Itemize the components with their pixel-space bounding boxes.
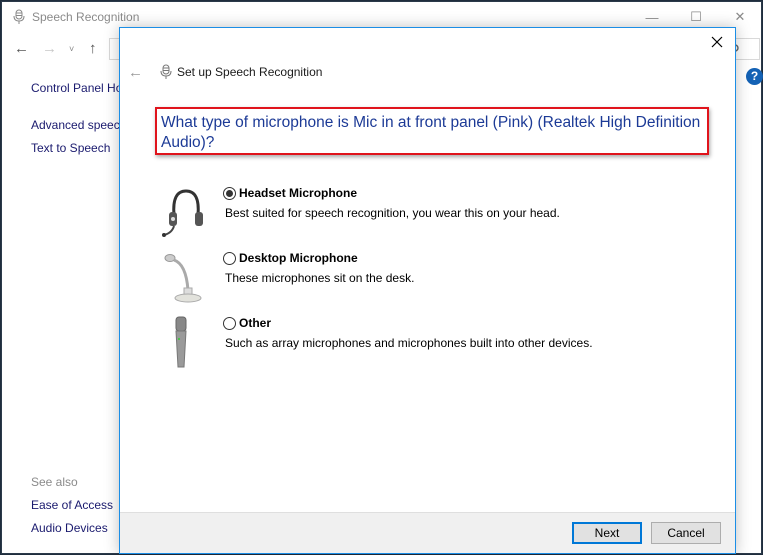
speech-setup-dialog: ← Set up Speech Recognition What type of… [119, 27, 736, 554]
sidebar-link-audio-devices[interactable]: Audio Devices [31, 521, 108, 535]
see-also-heading: See also [31, 475, 78, 489]
question-highlight-box: What type of microphone is Mic in at fro… [155, 107, 709, 155]
close-icon[interactable] [709, 34, 725, 50]
sidebar-link-text-to-speech[interactable]: Text to Speech [31, 141, 110, 155]
desktop-microphone-icon [164, 254, 202, 303]
handheld-microphone-icon [175, 316, 187, 368]
option-label: Headset Microphone [239, 186, 358, 200]
option-headset-microphone[interactable]: Headset Microphone Best suited for speec… [160, 185, 720, 245]
option-description: These microphones sit on the desk. [225, 271, 415, 285]
dialog-title: Set up Speech Recognition [177, 65, 323, 79]
forward-arrow-icon[interactable]: → [42, 40, 57, 57]
up-arrow-icon[interactable]: ↑ [89, 40, 97, 57]
sidebar-link-ease-of-access[interactable]: Ease of Access [31, 498, 113, 512]
window-title: Speech Recognition [32, 10, 140, 24]
radio-headset[interactable] [223, 187, 236, 200]
microphone-icon [13, 9, 25, 24]
option-label: Desktop Microphone [239, 251, 358, 265]
question-heading: What type of microphone is Mic in at fro… [161, 114, 701, 151]
back-arrow-icon[interactable]: ← [14, 40, 29, 57]
screen: Speech Recognition — ☐ ✕ ← → ˅ ↑ ? Contr… [0, 0, 763, 555]
microphone-icon [160, 64, 172, 79]
option-label: Other [239, 316, 272, 330]
option-other[interactable]: Other Such as array microphones and micr… [160, 315, 720, 375]
recent-locations-icon[interactable]: ˅ [69, 44, 74, 54]
dialog-footer: Next Cancel [120, 512, 735, 553]
radio-other[interactable] [223, 317, 236, 330]
headset-icon [162, 189, 203, 237]
option-description: Best suited for speech recognition, you … [225, 206, 560, 220]
option-description: Such as array microphones and microphone… [225, 336, 593, 350]
next-button[interactable]: Next [572, 522, 642, 544]
option-desktop-microphone[interactable]: Desktop Microphone These microphones sit… [160, 250, 720, 310]
cancel-button[interactable]: Cancel [651, 522, 721, 544]
radio-desktop[interactable] [223, 252, 236, 265]
help-icon[interactable]: ? [746, 68, 763, 85]
back-arrow-icon[interactable]: ← [128, 64, 143, 81]
